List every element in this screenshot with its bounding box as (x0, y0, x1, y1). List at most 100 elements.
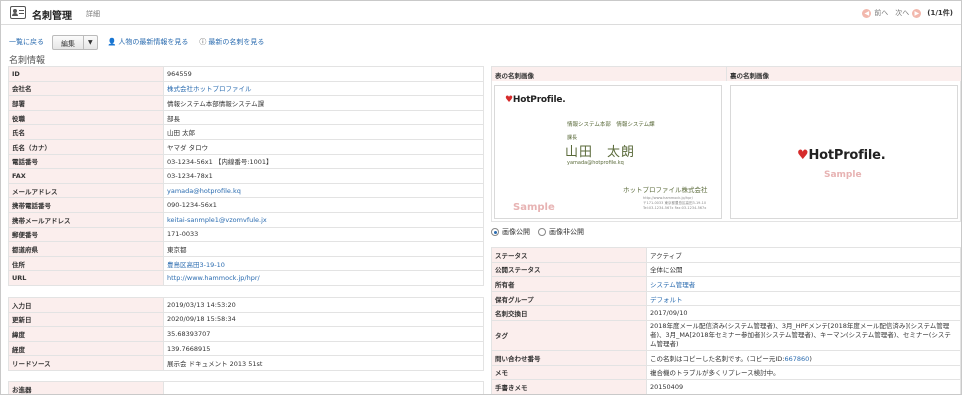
value-link[interactable]: yamada@hotprofile.kq (167, 187, 241, 195)
chevron-down-icon[interactable]: ▼ (83, 35, 97, 49)
value-link[interactable]: http://www.hammock.jp/hpr/ (167, 274, 260, 282)
field-label: 会社名 (8, 80, 164, 97)
table-row: URL http://www.hammock.jp/hpr/ (8, 270, 484, 286)
field-label: 問い合わせ番号 (491, 349, 647, 366)
field-value: 2017/09/10 (646, 305, 961, 321)
field-label: 公開ステータス (491, 261, 647, 278)
value-text: 139.7668915 (167, 344, 211, 353)
table-row: 携帯電話番号 090-1234-56x1 (8, 197, 484, 213)
front-image-label: 表の名刺画像 (492, 67, 727, 81)
table-row: 郵便番号 171-0033 (8, 226, 484, 243)
field-label: 役職 (8, 109, 164, 126)
field-value: 豊島区高田3-19-10 (163, 255, 484, 272)
table-row: 電話番号 03-1234-56x1 【内線番号:1001】 (8, 153, 484, 170)
card-address: http://www.hammock.jp/hpr/ 〒171-0033 東京都… (643, 196, 707, 210)
value-text: 情報システム本部情報システム課 (167, 99, 265, 108)
hotprofile-logo: ♥HotProfile. (505, 95, 566, 105)
public-radio[interactable]: 画像公開 (491, 227, 530, 237)
private-radio[interactable]: 画像非公開 (538, 227, 584, 237)
back-to-list-link[interactable]: 一覧に戻る (9, 37, 44, 47)
back-card-image[interactable]: ♥HotProfile. Sample (730, 85, 958, 219)
back-image-label: 裏の名刺画像 (727, 67, 961, 81)
value-text: 部長 (167, 114, 180, 123)
person-latest-link[interactable]: 👤 人物の最新情報を見る (108, 37, 189, 47)
table-row: ID 964559 (8, 66, 484, 82)
value-link[interactable]: 豊島区高田3-19-10 (167, 261, 225, 269)
image-visibility: 画像公開 画像非公開 (491, 227, 584, 237)
next-link[interactable]: 次へ (895, 8, 909, 18)
field-label: 都道府県 (8, 241, 164, 257)
field-label: 更新日 (8, 311, 164, 328)
field-value: 20150409 (646, 379, 961, 394)
table-row: 保有グループ デフォルト (491, 290, 961, 307)
value-text: アクティブ (650, 251, 682, 260)
value-link[interactable]: システム管理者 (650, 281, 695, 289)
table-row: 問い合わせ番号 この名刺はコピーした名刺です。(コピー元ID:667860) (491, 349, 961, 366)
field-label: 氏名（カナ） (8, 138, 164, 155)
value-text: 20150409 (650, 382, 684, 391)
table-row: ステータス アクティブ (491, 247, 961, 263)
field-value: 情報システム本部情報システム課 (163, 95, 484, 111)
field-label: ID (8, 66, 164, 82)
value-text: 35.68393707 (167, 329, 211, 338)
table-row: 手書きメモ 20150409 (491, 379, 961, 394)
field-label: メモ (491, 364, 647, 381)
field-value: 複合機のトラブルが多くリプレース検討中。 (646, 364, 961, 381)
value-text: 03-1234-78x1 (167, 171, 213, 180)
field-label: 名刺交換日 (491, 305, 647, 321)
arrow-right-icon[interactable]: ▶ (912, 8, 922, 18)
table-row: 役職 部長 (8, 109, 484, 126)
field-label: 携帯メールアドレス (8, 211, 164, 228)
card-latest-label[interactable]: 最新の名刺を見る (208, 37, 264, 47)
value-link[interactable]: 株式会社ホットプロファイル (167, 85, 252, 93)
field-value: keitai-sanmple1@vzomvfule.jx (163, 211, 484, 228)
radio-checked-icon[interactable] (491, 228, 499, 236)
source-id-link[interactable]: 667860 (785, 355, 810, 363)
field-label: ステータス (491, 247, 647, 263)
field-value: 展示会 ドキュメント 2013 51st (163, 355, 484, 371)
table-row: タグ 2018年度メール配信済み(システム管理者)、3月_HPFメンテ[2018年… (491, 319, 961, 351)
card-role: 課長 (567, 135, 578, 141)
field-value: 03-1234-56x1 【内線番号:1001】 (163, 153, 484, 170)
public-radio-label[interactable]: 画像公開 (502, 227, 530, 237)
edit-button-label[interactable]: 編集 (53, 36, 83, 49)
table-row: FAX 03-1234-78x1 (8, 168, 484, 184)
table-row: 携帯メールアドレス keitai-sanmple1@vzomvfule.jx (8, 211, 484, 228)
field-value: 東京都 (163, 241, 484, 257)
table-row: 会社名 株式会社ホットプロファイル (8, 80, 484, 97)
card-name: 山田 太朗 (565, 145, 636, 160)
field-value: 株式会社ホットプロファイル (163, 80, 484, 97)
card-images-panel: 表の名刺画像 裏の名刺画像 ♥HotProfile. 情報システム本部 情報シス… (491, 66, 961, 222)
table-row: 氏名 山田 太郎 (8, 124, 484, 140)
page-frame: 名刺管理 詳細 ◀ 前へ 次へ ▶ (1/1件) 一覧に戻る 編集 ▼ 👤 人物… (0, 0, 962, 395)
table-row: 所有者 システム管理者 (491, 276, 961, 292)
record-count: (1/1件) (927, 9, 953, 17)
person-latest-label[interactable]: 人物の最新情報を見る (118, 37, 188, 47)
value-link[interactable]: keitai-sanmple1@vzomvfule.jx (167, 216, 267, 224)
radio-unchecked-icon[interactable] (538, 228, 546, 236)
field-label: 郵便番号 (8, 226, 164, 243)
field-value: 171-0033 (163, 226, 484, 243)
field-label: 経度 (8, 340, 164, 357)
table-row: 住所 豊島区高田3-19-10 (8, 255, 484, 272)
field-label: 所有者 (491, 276, 647, 292)
field-value: 部長 (163, 109, 484, 126)
section-title: 名刺情報 (9, 56, 46, 66)
edit-button[interactable]: 編集 ▼ (52, 34, 98, 50)
card-info-table: ID 964559 会社名 株式会社ホットプロファイル 部署 情報システム本部情報システム… (8, 66, 484, 286)
prev-link[interactable]: 前へ (874, 8, 888, 18)
value-text: 2017/09/10 (650, 309, 688, 318)
arrow-left-icon[interactable]: ◀ (862, 8, 872, 18)
table-row: 緯度 35.68393707 (8, 326, 484, 342)
field-value: 山田 太郎 (163, 124, 484, 140)
card-dept: 情報システム本部 情報システム課 (567, 122, 655, 128)
front-card-image[interactable]: ♥HotProfile. 情報システム本部 情報システム課 課長 山田 太朗 y… (494, 85, 722, 219)
field-value: デフォルト (646, 290, 961, 307)
extra-info-table: お進器 (8, 381, 484, 394)
private-radio-label[interactable]: 画像非公開 (549, 227, 584, 237)
card-latest-link[interactable]: ⓘ 最新の名刺を見る (199, 37, 264, 47)
value-text: 2020/09/18 15:58:34 (167, 315, 236, 324)
field-label: 電話番号 (8, 153, 164, 170)
field-value: アクティブ (646, 247, 961, 263)
value-link[interactable]: デフォルト (650, 296, 683, 304)
